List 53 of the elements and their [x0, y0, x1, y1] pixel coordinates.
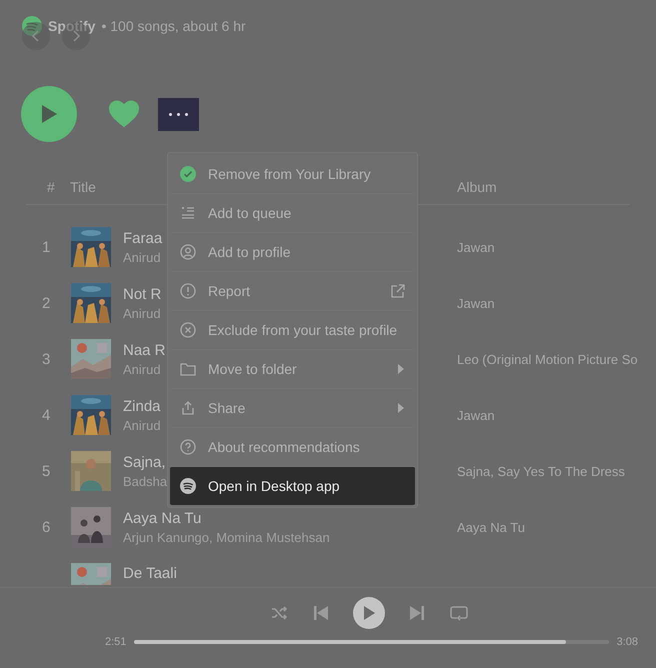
caret-icon	[397, 401, 405, 415]
progress-bar[interactable]	[134, 640, 609, 644]
caret-icon	[397, 362, 405, 376]
track-number: 5	[42, 462, 52, 480]
previous-button[interactable]	[311, 603, 331, 623]
menu-item[interactable]: Move to folder	[170, 350, 415, 389]
menu-item[interactable]: Report	[170, 272, 415, 311]
play-pause-button[interactable]	[353, 597, 385, 629]
more-options-button[interactable]	[158, 98, 199, 130]
menu-item-icon	[180, 322, 196, 338]
play-icon	[362, 605, 376, 621]
play-icon	[40, 104, 58, 124]
next-button[interactable]	[407, 603, 427, 623]
heart-icon[interactable]	[109, 100, 139, 128]
menu-item[interactable]: Add to queue	[170, 194, 415, 233]
menu-item-icon	[180, 205, 196, 221]
menu-item[interactable]: Remove from Your Library	[170, 155, 415, 194]
chevron-left-icon	[31, 30, 41, 42]
track-number: 2	[42, 294, 52, 312]
playlist-owner[interactable]: Spotify	[48, 18, 96, 34]
track-title[interactable]: De Taali	[123, 565, 457, 582]
track-number: 1	[42, 238, 52, 256]
menu-item-icon	[180, 361, 196, 377]
menu-item[interactable]: Add to profile	[170, 233, 415, 272]
menu-item-icon	[180, 166, 196, 182]
column-header: Title	[70, 179, 97, 195]
playlist-meta: • 100 songs, about 6 hr	[101, 18, 246, 34]
menu-item[interactable]: Open in Desktop app	[170, 467, 415, 505]
track-title[interactable]: Aaya Na Tu	[123, 510, 457, 526]
track-album[interactable]: Jawan	[457, 240, 495, 254]
track-number: 4	[42, 406, 52, 424]
menu-item-icon	[180, 439, 196, 455]
menu-item-icon	[180, 283, 196, 299]
track-album[interactable]: Aaya Na Tu	[457, 520, 525, 534]
menu-item-icon	[180, 400, 196, 416]
back-button[interactable]	[22, 22, 50, 50]
external-link-icon	[391, 284, 405, 298]
column-header: Album	[457, 179, 497, 195]
track-album[interactable]: Jawan	[457, 408, 495, 422]
track-duration: 3:08	[616, 636, 638, 648]
track-album[interactable]: Sajna, Say Yes To The Dress	[457, 464, 625, 478]
track-album[interactable]: Jawan	[457, 296, 495, 310]
menu-item-icon	[180, 478, 196, 494]
menu-item-icon	[180, 244, 196, 260]
track-album[interactable]: Leo (Original Motion Picture So	[457, 352, 638, 366]
logo-icon	[22, 16, 42, 36]
track-number: 3	[42, 350, 52, 368]
column-header: #	[47, 179, 56, 195]
repeat-button[interactable]	[449, 603, 469, 623]
menu-item[interactable]: Share	[170, 389, 415, 428]
menu-item[interactable]: Exclude from your taste profile	[170, 311, 415, 350]
track-number: 6	[42, 518, 52, 536]
elapsed-time: 2:51	[105, 636, 126, 648]
